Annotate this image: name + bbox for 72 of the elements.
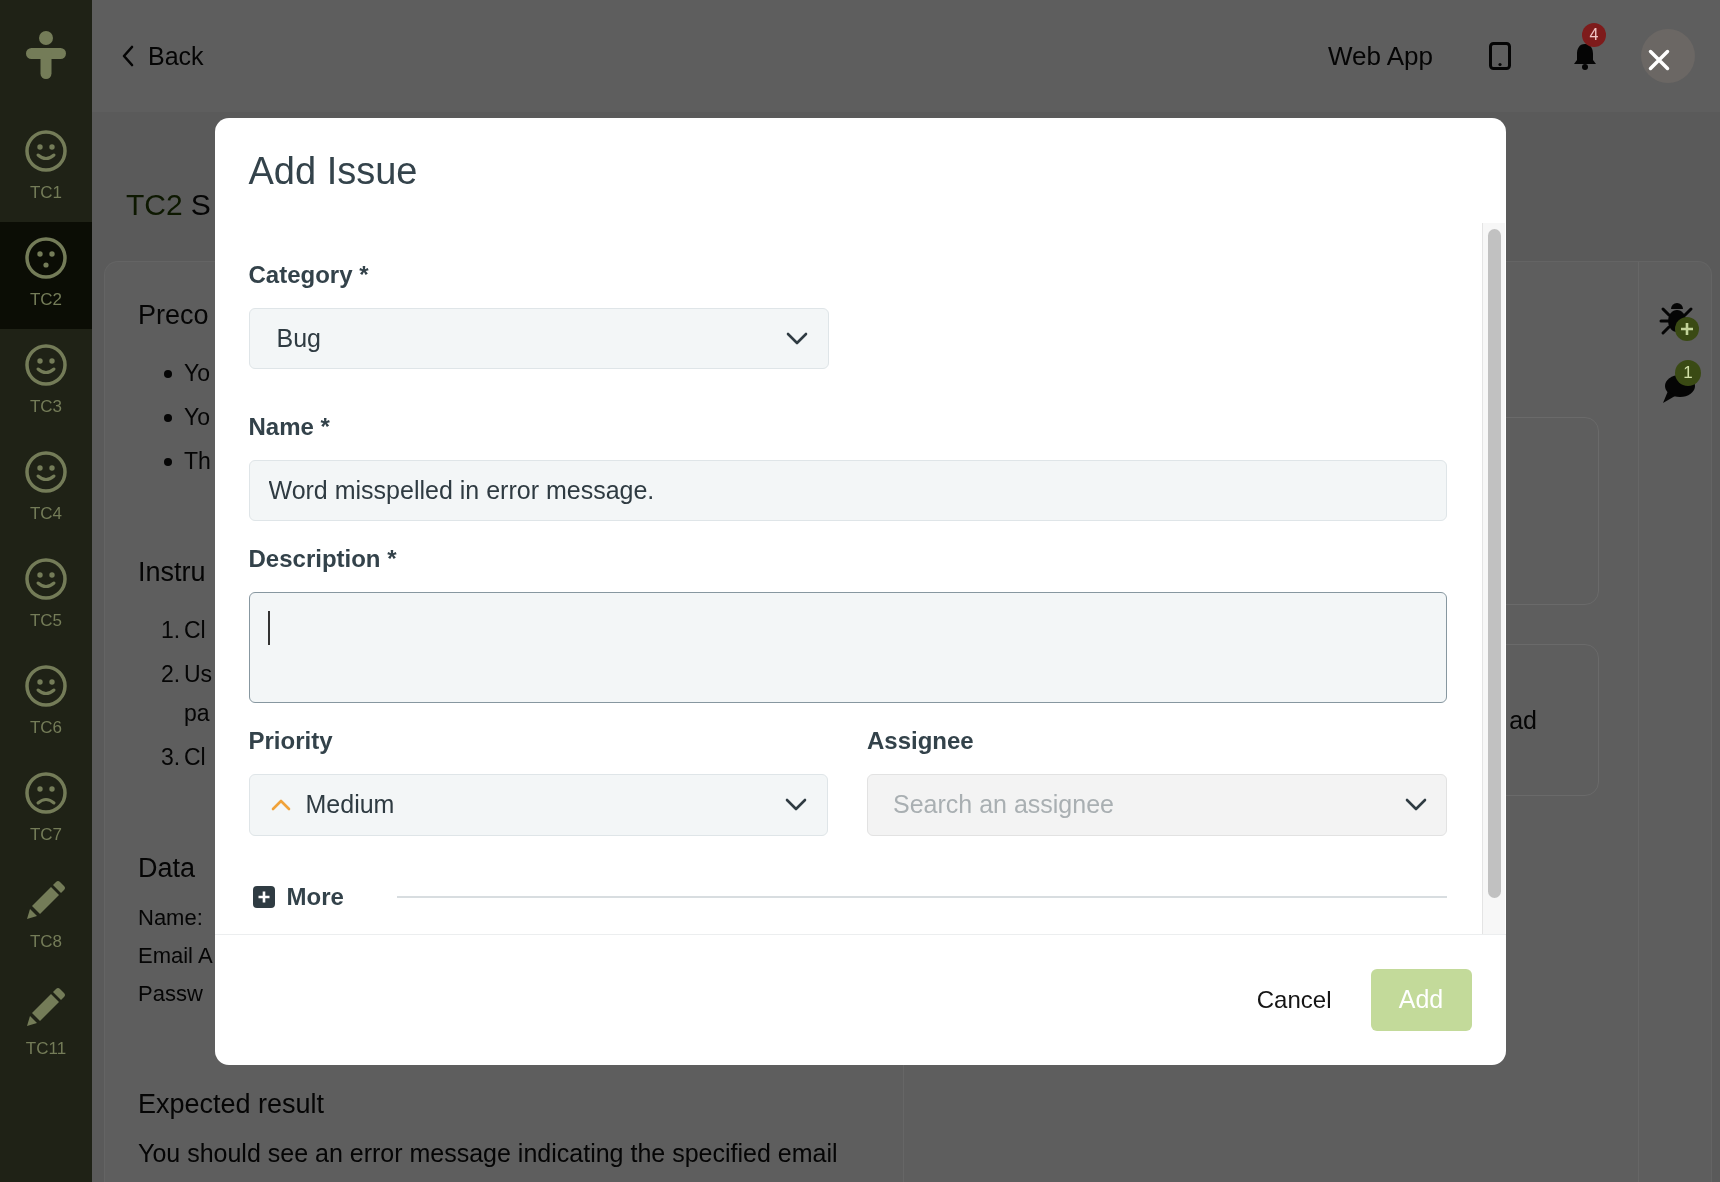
list-item-text: Yo (184, 403, 211, 432)
close-icon[interactable] (1648, 49, 1670, 71)
list-item-text: pa (184, 699, 210, 728)
dialog-title: Add Issue (248, 148, 418, 194)
cancel-button[interactable]: Cancel (1236, 968, 1352, 1031)
test-code: TC2 (126, 188, 183, 222)
sidebar-item[interactable]: TC11 (0, 971, 92, 1078)
list-item-text: Cl (184, 743, 206, 772)
scrollbar-thumb[interactable] (1487, 228, 1501, 898)
name-input[interactable]: Word misspelled in error message. (248, 459, 1447, 521)
chevron-up-icon (270, 798, 291, 811)
paragraph: You should see an error message indicating the specified email (138, 1138, 838, 1169)
category-select[interactable]: Bug (248, 307, 829, 369)
smile-face-icon (25, 130, 67, 172)
section-heading: Instru (138, 556, 206, 589)
page-title: S (190, 188, 211, 222)
list-item-text: Th (184, 447, 211, 476)
smile-face-icon (25, 665, 67, 707)
field-label: Category * (248, 259, 369, 290)
field-label: Assignee (867, 725, 974, 756)
plus-square-icon (252, 885, 275, 908)
text-cursor-icon (267, 610, 270, 645)
sidebar-item[interactable]: TC5 (0, 543, 92, 650)
chevron-left-icon (122, 45, 134, 67)
chevron-down-icon (785, 331, 808, 345)
smile-face-icon (25, 451, 67, 493)
plus-logo-icon[interactable] (26, 31, 66, 79)
list-number: 2. (161, 661, 181, 687)
field-label: Priority (248, 725, 333, 756)
chevron-down-icon (785, 798, 807, 811)
notification-badge: 4 (1582, 23, 1606, 47)
smile-face-icon (25, 344, 67, 386)
bullet-icon (164, 413, 172, 422)
sidebar-item[interactable]: TC4 (0, 436, 92, 543)
sidebar-item[interactable]: TC3 (0, 329, 92, 436)
sidebar-item[interactable]: TC6 (0, 650, 92, 757)
tablet-icon[interactable] (1489, 42, 1511, 70)
comment-count-badge: 1 (1675, 360, 1701, 386)
assignee-select[interactable]: Search an assignee (867, 773, 1447, 836)
sidebar-item[interactable]: TC1 (0, 115, 92, 222)
priority-select[interactable]: Medium (248, 773, 828, 836)
pencil-icon (25, 879, 67, 921)
description-field[interactable] (248, 591, 1447, 703)
bullet-icon (164, 457, 172, 466)
field-label: Name * (248, 411, 330, 442)
sidebar-item[interactable]: TC8 (0, 864, 92, 971)
list-number: 1. (161, 617, 181, 643)
chevron-down-icon (1404, 797, 1427, 811)
bullet-icon (164, 369, 172, 378)
neutral-face-icon (25, 237, 67, 279)
list-item-text: Yo (184, 359, 211, 388)
more-toggle[interactable]: More (252, 881, 344, 912)
app-name-label: Web App (1327, 40, 1433, 72)
sidebar-item[interactable]: TC7 (0, 757, 92, 864)
data-line: Name: (138, 904, 203, 932)
sidebar-item[interactable]: TC2 (0, 222, 92, 329)
field-label: Description * (248, 543, 397, 574)
sad-face-icon (25, 772, 67, 814)
data-line: Email A (138, 942, 213, 970)
list-item-text: Cl (184, 616, 206, 645)
list-item-text: Us (184, 660, 213, 689)
section-heading: Data (138, 852, 196, 885)
plus-badge-icon (1675, 317, 1699, 341)
bell-icon[interactable] (1573, 42, 1597, 70)
smile-face-icon (25, 558, 67, 600)
section-heading: Preco (138, 299, 209, 332)
section-heading: Expected result (138, 1088, 325, 1121)
data-line: Passw (138, 980, 203, 1008)
pencil-icon (25, 986, 67, 1028)
back-link[interactable]: Back (122, 41, 204, 71)
card-text: ad (1509, 705, 1537, 735)
list-number: 3. (161, 744, 181, 770)
